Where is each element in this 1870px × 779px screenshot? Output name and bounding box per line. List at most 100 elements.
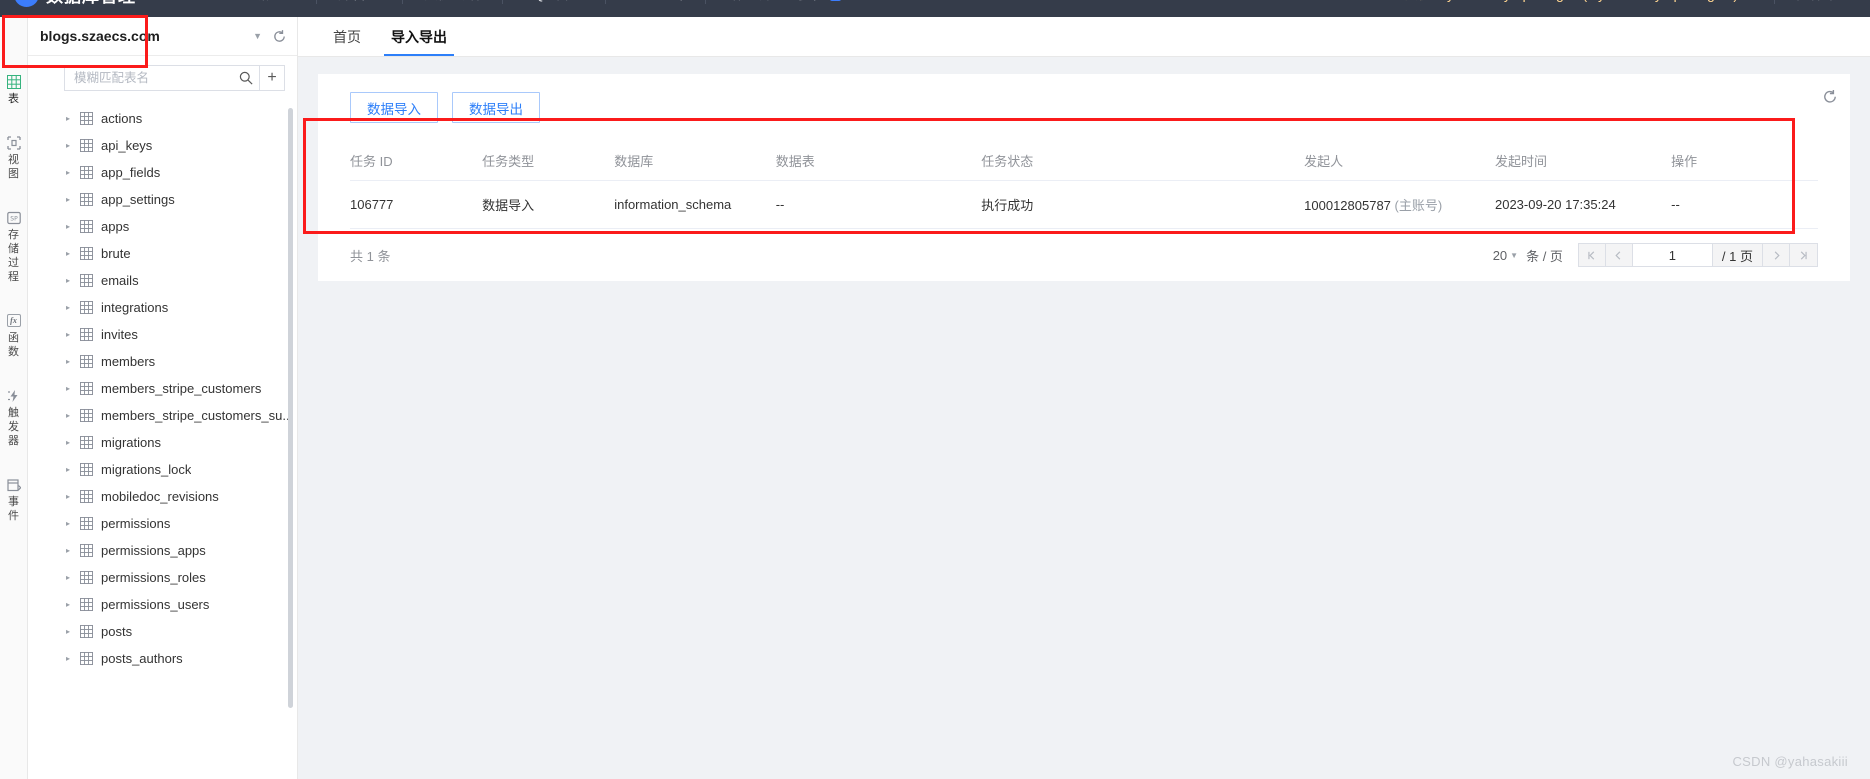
table-icon <box>80 193 93 206</box>
tree-item[interactable]: ▸ invites <box>28 321 297 348</box>
tree-item[interactable]: ▸ members <box>28 348 297 375</box>
tree-item-label: migrations <box>101 435 161 450</box>
tree-item-label: integrations <box>101 300 169 315</box>
refresh-icon[interactable] <box>272 29 287 44</box>
top-nav-right: 实例: cynosdbmysql-kh0gthl ( cynosdbmysql-… <box>1382 0 1870 17</box>
chevron-right-icon[interactable]: ▸ <box>66 141 80 150</box>
chevron-right-icon[interactable]: ▸ <box>66 195 80 204</box>
event-icon <box>6 477 21 492</box>
page-size-select[interactable]: 20 ▼ <box>1493 248 1518 263</box>
tree-item[interactable]: ▸ permissions_apps <box>28 537 297 564</box>
top-navigation-bar: 数据库管理 新建▼ 库管理 实例会话 SQL 窗口 导入导出 结构设置与优化 实… <box>0 0 1870 17</box>
rail-item-functions[interactable]: fx 函数 <box>0 313 28 359</box>
last-page-icon[interactable] <box>1790 244 1817 266</box>
table-header-row: 任务 ID 任务类型 数据库 数据表 任务状态 发起人 发起时间 操作 <box>350 141 1818 181</box>
table-icon <box>6 74 21 89</box>
first-page-icon[interactable] <box>1578 244 1606 266</box>
tree-item[interactable]: ▸ mobiledoc_revisions <box>28 483 297 510</box>
chevron-right-icon[interactable]: ▸ <box>66 249 80 258</box>
chevron-right-icon[interactable]: ▸ <box>66 546 80 555</box>
tree-item-label: migrations_lock <box>101 462 192 477</box>
data-import-button[interactable]: 数据导入 <box>350 92 438 123</box>
table-icon <box>80 436 93 449</box>
tree-item[interactable]: ▸ migrations <box>28 429 297 456</box>
tab-import-export[interactable]: 导入导出 <box>376 17 462 56</box>
rail-item-tables[interactable]: 表 <box>0 74 28 106</box>
nav-item-db-manage[interactable]: 库管理 <box>315 0 402 17</box>
search-input[interactable] <box>74 71 239 85</box>
table-row[interactable]: 106777 数据导入 information_schema -- 执行成功 1… <box>350 180 1818 229</box>
tree-item[interactable]: ▸ posts_authors <box>28 645 297 672</box>
chevron-right-icon[interactable]: ▸ <box>66 114 80 123</box>
refresh-icon[interactable] <box>1822 89 1838 105</box>
chevron-right-icon[interactable]: ▸ <box>66 168 80 177</box>
table-icon <box>80 544 93 557</box>
tree-item-label: members <box>101 354 156 369</box>
chevron-right-icon[interactable]: ▸ <box>66 438 80 447</box>
search-box[interactable] <box>64 65 260 91</box>
brand-title: 数据库管理 <box>46 0 136 7</box>
chevron-right-icon[interactable]: ▸ <box>66 330 80 339</box>
rail-item-events[interactable]: 事件 <box>0 477 28 523</box>
table-icon <box>80 652 93 665</box>
chevron-down-icon[interactable]: ▼ <box>243 31 272 41</box>
page-navigator: 1 / 1 页 <box>1577 243 1818 267</box>
chevron-right-icon[interactable]: ▸ <box>66 465 80 474</box>
sidebar-scrollbar[interactable] <box>288 108 293 708</box>
language-selector[interactable]: 简体中 <box>1774 0 1860 17</box>
tree-item[interactable]: ▸ permissions <box>28 510 297 537</box>
tree-item[interactable]: ▸ apps <box>28 213 297 240</box>
database-name: blogs.szaecs.com <box>40 28 160 44</box>
tree-item[interactable]: ▸ app_settings <box>28 186 297 213</box>
tree-item[interactable]: ▸ integrations <box>28 294 297 321</box>
nav-item-new[interactable]: 新建▼ <box>230 0 316 17</box>
tree-item[interactable]: ▸ brute <box>28 240 297 267</box>
chevron-right-icon[interactable]: ▸ <box>66 654 80 663</box>
chevron-right-icon[interactable]: ▸ <box>66 384 80 393</box>
chevron-right-icon[interactable]: ▸ <box>66 303 80 312</box>
tree-item[interactable]: ▸ actions <box>28 105 297 132</box>
chevron-right-icon[interactable]: ▸ <box>66 573 80 582</box>
data-export-button[interactable]: 数据导出 <box>452 92 540 123</box>
tree-item[interactable]: ▸ permissions_users <box>28 591 297 618</box>
rail-label-functions: 函数 <box>8 332 19 358</box>
next-page-icon[interactable] <box>1763 244 1790 266</box>
chevron-right-icon[interactable]: ▸ <box>66 276 80 285</box>
tree-item[interactable]: ▸ permissions_roles <box>28 564 297 591</box>
prev-page-icon[interactable] <box>1605 244 1633 266</box>
tree-item[interactable]: ▸ app_fields <box>28 159 297 186</box>
tree-item[interactable]: ▸ members_stripe_customers <box>28 375 297 402</box>
tree-item[interactable]: ▸ members_stripe_customers_su... <box>28 402 297 429</box>
chevron-right-icon[interactable]: ▸ <box>66 627 80 636</box>
instance-selector[interactable]: 实例: cynosdbmysql-kh0gthl ( cynosdbmysql-… <box>1382 0 1774 17</box>
nav-item-instance-session[interactable]: 实例会话 <box>401 0 502 17</box>
cell-task-status: 执行成功 <box>981 180 1305 229</box>
initiator-account: 100012805787 <box>1304 198 1391 213</box>
rail-item-views[interactable]: 视图 <box>0 135 28 181</box>
nav-item-sql-window[interactable]: SQL 窗口 <box>501 0 605 17</box>
main-content: 首页 导入导出 数据导入 数据导出 任务 ID 任务类型 数据库 数据表 任务状… <box>298 17 1870 779</box>
chevron-right-icon[interactable]: ▸ <box>66 357 80 366</box>
tree-item[interactable]: ▸ api_keys <box>28 132 297 159</box>
rail-item-triggers[interactable]: 触发器 <box>0 388 28 448</box>
tree-item[interactable]: ▸ migrations_lock <box>28 456 297 483</box>
chevron-right-icon[interactable]: ▸ <box>66 411 80 420</box>
brand[interactable]: 数据库管理 <box>0 0 230 7</box>
rail-label-triggers: 触发器 <box>8 407 19 447</box>
chevron-right-icon[interactable]: ▸ <box>66 519 80 528</box>
nav-item-import-export[interactable]: 导入导出 <box>605 0 705 17</box>
rail-item-procedures[interactable]: SP 存储过程 <box>0 210 28 284</box>
database-selector[interactable]: blogs.szaecs.com ▼ <box>28 17 297 56</box>
tree-item[interactable]: ▸ emails <box>28 267 297 294</box>
chevron-right-icon[interactable]: ▸ <box>66 492 80 501</box>
tab-home[interactable]: 首页 <box>318 17 376 56</box>
chevron-right-icon[interactable]: ▸ <box>66 600 80 609</box>
search-icon[interactable] <box>239 71 253 85</box>
tree-item-label: permissions_roles <box>101 570 206 585</box>
tree-item[interactable]: ▸ posts <box>28 618 297 645</box>
chevron-right-icon[interactable]: ▸ <box>66 222 80 231</box>
add-table-button[interactable]: + <box>260 65 285 91</box>
col-task-type: 任务类型 <box>482 141 615 181</box>
nav-item-structure-optimize[interactable]: 结构设置与优化 <box>705 0 863 17</box>
current-page-input[interactable]: 1 <box>1632 244 1713 266</box>
